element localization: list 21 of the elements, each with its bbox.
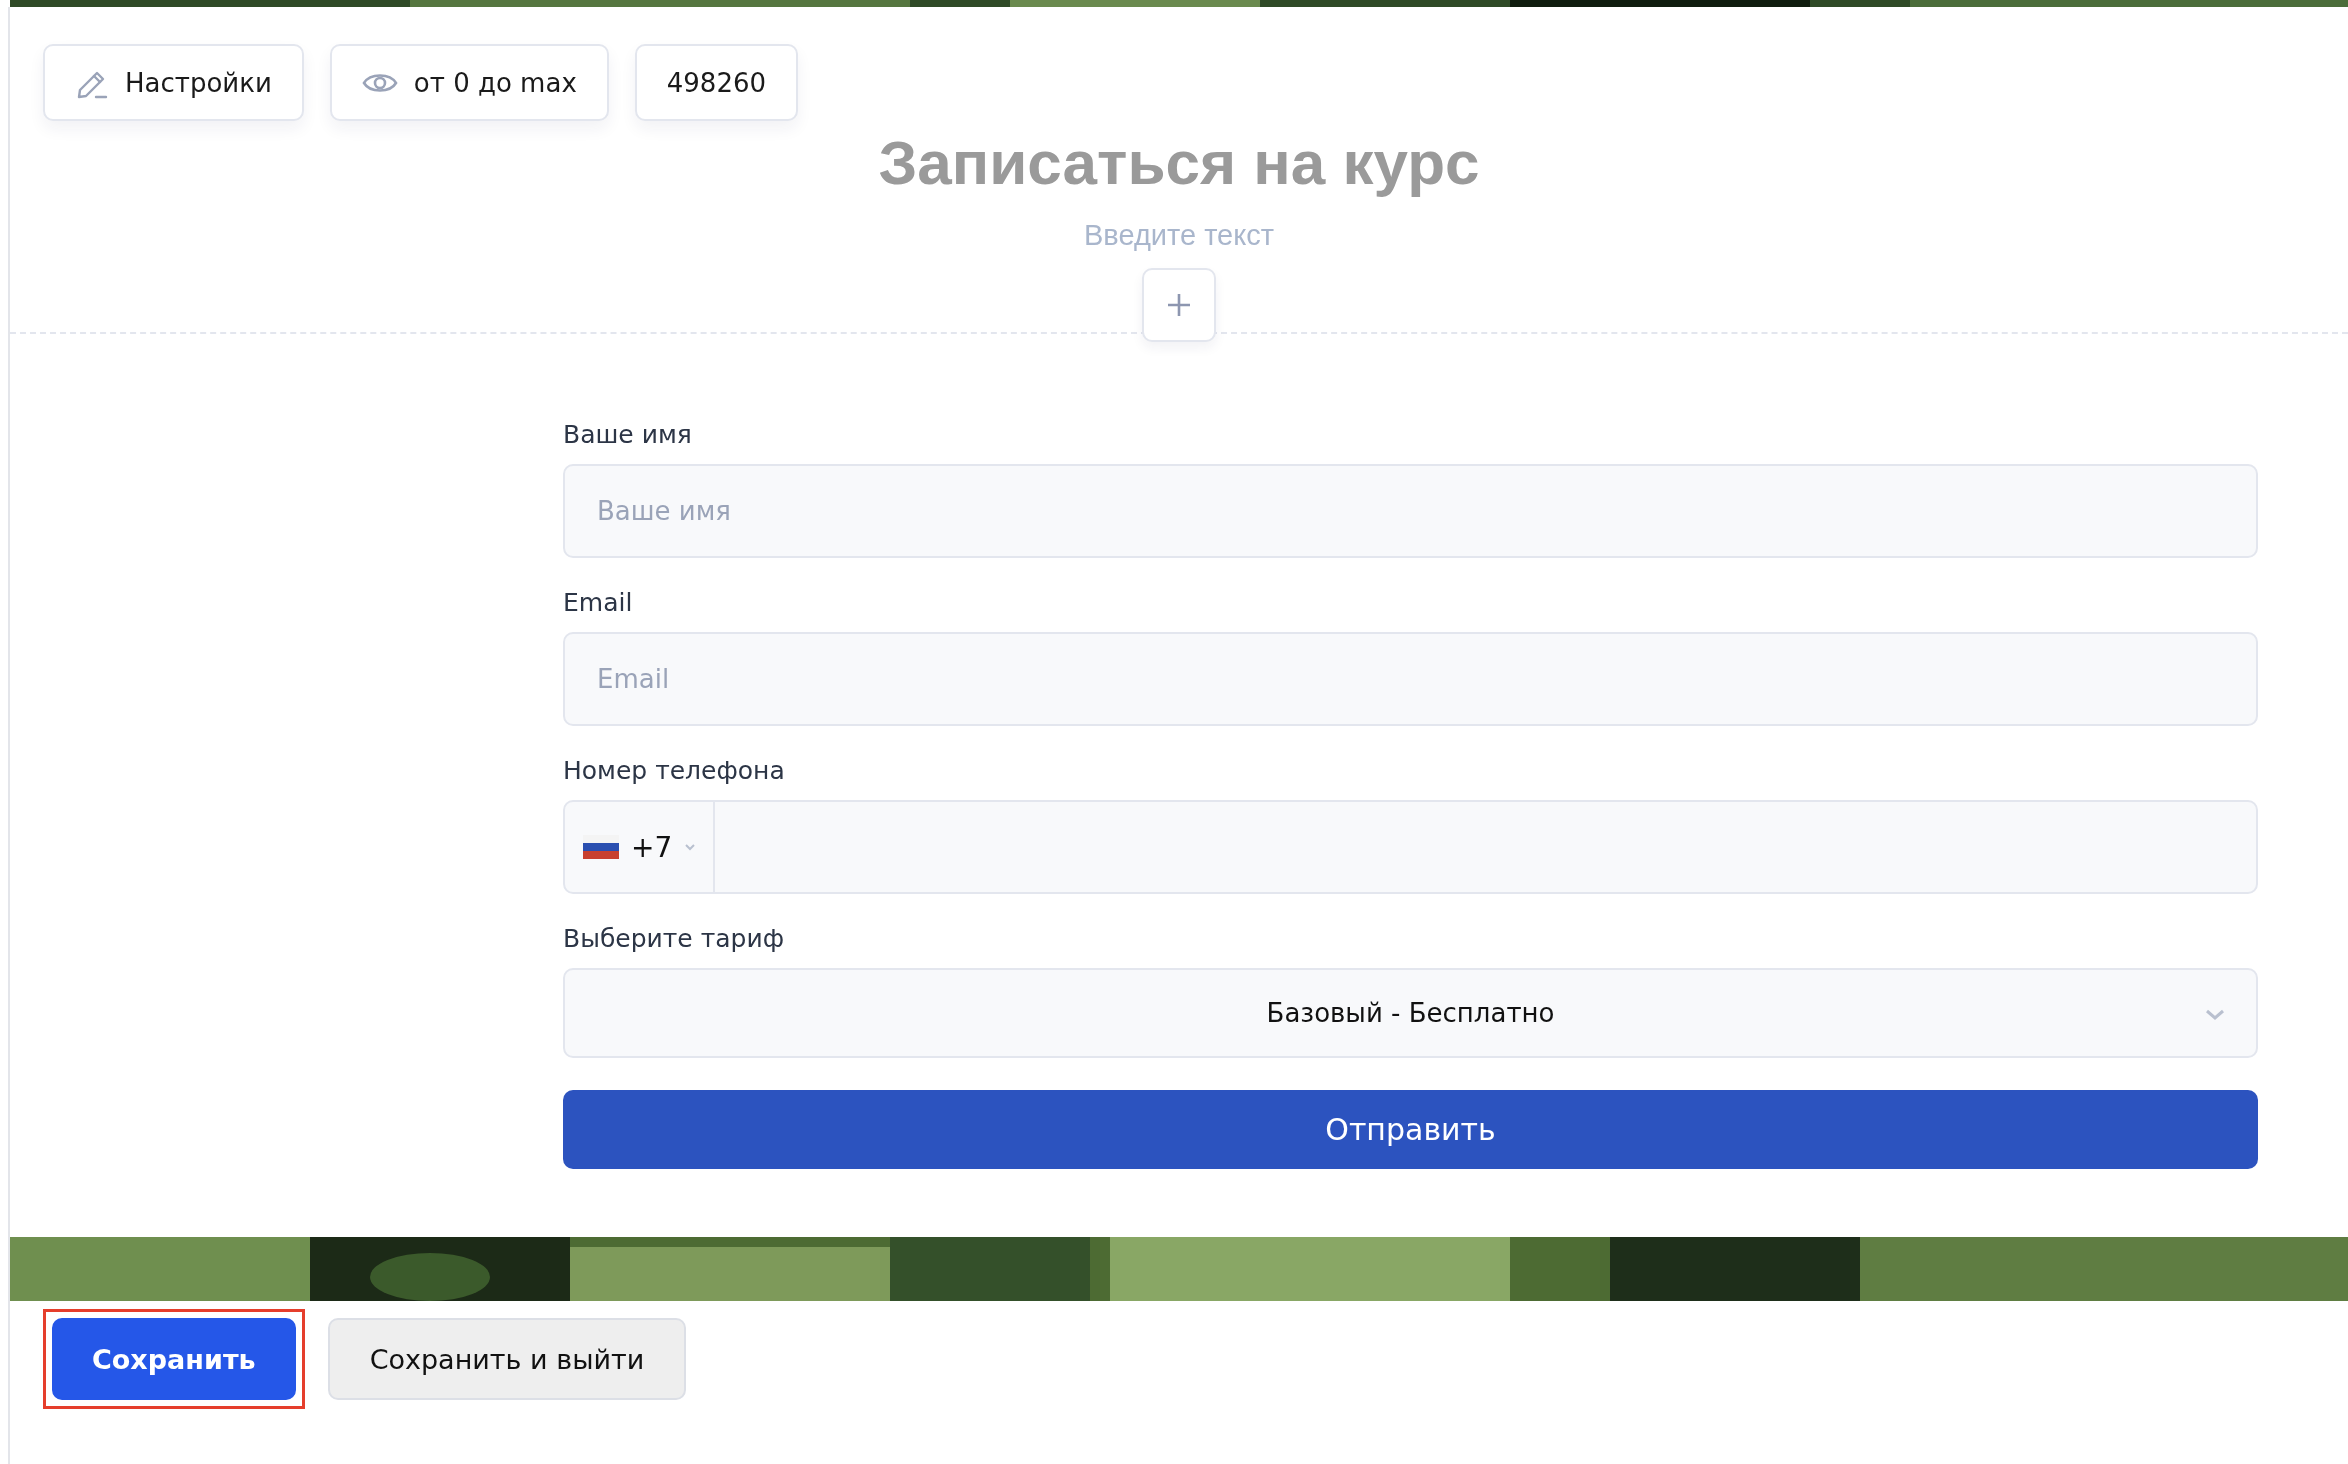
field-label: Ваше имя [563, 420, 693, 450]
form-title: Записаться на курс [878, 127, 1480, 199]
input-field[interactable]: Email [563, 632, 2258, 726]
field-label: Выберите тариф [563, 924, 786, 954]
submit-button[interactable]: Отправить [563, 1090, 2258, 1169]
select-field[interactable]: Базовый - Бесплатно [563, 968, 2258, 1058]
field-label: Номер телефона [563, 756, 786, 786]
plus-icon [1165, 291, 1193, 319]
toolbar-button[interactable]: Настройки [43, 44, 304, 121]
field-label: Email [563, 588, 634, 618]
add-block-button[interactable] [1142, 268, 1216, 342]
save-button[interactable]: Сохранить [52, 1318, 296, 1400]
phone-field[interactable]: +7 [563, 800, 2258, 894]
toolbar-button[interactable]: 498260 [634, 44, 799, 121]
chevron-down-icon [684, 843, 697, 851]
toolbar-button[interactable]: от 0 до max [329, 44, 609, 121]
chevron-down-icon [2204, 1008, 2226, 1022]
country-selector[interactable]: +7 [565, 802, 715, 892]
input-field[interactable]: Ваше имя [563, 464, 2258, 558]
flag-icon [583, 834, 619, 860]
save-and-exit-button[interactable]: Сохранить и выйти [327, 1318, 687, 1400]
